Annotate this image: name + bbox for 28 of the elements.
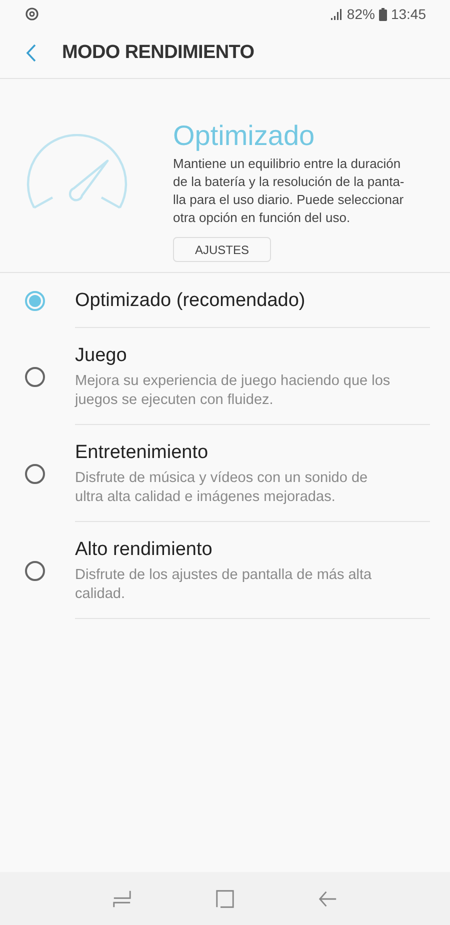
mode-description: Mantiene un equilibrio entre la duración de la batería y la resolución de la panta- lla para el uso diario. Puede seleccionar otra opción en función del uso. <box>173 155 406 227</box>
clock: 13:45 <box>390 6 426 22</box>
back-button[interactable] <box>26 44 36 62</box>
option-label: Entretenimiento <box>75 441 210 465</box>
radio-button[interactable] <box>25 366 45 386</box>
radio-button[interactable] <box>25 290 45 310</box>
battery-percent: 82% <box>346 6 375 22</box>
option-label: Juego <box>75 344 128 368</box>
screen-title: MODO RENDIMIENTO <box>62 42 254 64</box>
mode-title: Optimizado <box>173 119 316 153</box>
signal-icon <box>330 8 343 20</box>
option-description: Disfrute de los ajustes de pantalla de más alta calidad. <box>75 566 373 604</box>
radio-button[interactable] <box>25 464 45 484</box>
settings-button[interactable]: AJUSTES <box>173 237 271 262</box>
back-icon[interactable] <box>319 890 338 908</box>
mode-option[interactable]: Juego Mejora su experiencia de juego haciendo que los juegos se ejecuten con fluidez. <box>0 328 450 425</box>
option-label: Alto rendimiento <box>75 538 214 562</box>
sync-icon <box>25 7 39 21</box>
home-icon[interactable] <box>216 890 234 908</box>
recent-apps-icon[interactable] <box>112 890 131 908</box>
mode-option[interactable]: Entretenimiento Disfrute de música y vídeos con un sonido de ultra alta calidad e imágenes mejoradas. <box>0 425 450 522</box>
option-description: Disfrute de música y vídeos con un sonido de ultra alta calidad e imágenes mejoradas. <box>75 469 369 507</box>
option-description: Mejora su experiencia de juego haciendo que los juegos se ejecuten con fluidez. <box>75 372 392 410</box>
option-label: Optimizado (recomendado) <box>75 289 306 313</box>
mode-option[interactable]: Alto rendimiento Disfrute de los ajustes de pantalla de más alta calidad. <box>0 522 450 619</box>
battery-icon <box>378 8 387 20</box>
radio-button[interactable] <box>25 560 45 580</box>
mode-option[interactable]: Optimizado (recomendado) <box>0 273 450 328</box>
